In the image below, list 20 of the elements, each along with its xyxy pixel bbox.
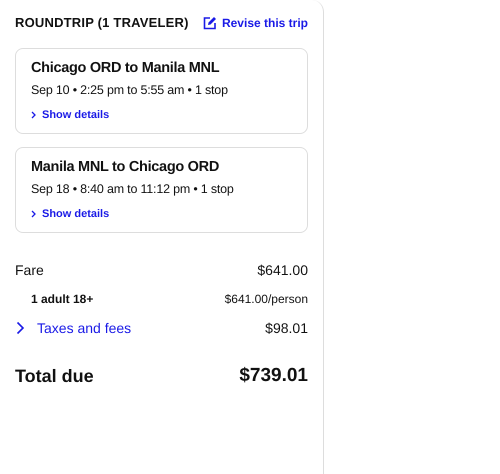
chevron-icon <box>31 111 37 119</box>
total-amount: $739.01 <box>239 365 308 387</box>
show-details-link[interactable]: Show details <box>31 109 292 121</box>
price-label: 1 adult 18+ <box>31 292 94 306</box>
price-amount: $98.01 <box>265 320 308 336</box>
flight-route: Manila MNL to Chicago ORD <box>31 159 220 175</box>
edit-icon <box>202 16 217 30</box>
price-label: Fare <box>15 262 44 278</box>
price-amount: $641.00 <box>257 262 308 278</box>
taxes-fees-toggle[interactable]: Taxes and fees <box>16 320 132 336</box>
show-details-link[interactable]: Show details <box>31 208 292 220</box>
flight-route: Chicago ORD to Manila MNL <box>31 60 220 76</box>
revise-trip-link[interactable]: Revise this trip <box>202 16 308 30</box>
chevron-icon <box>31 210 37 218</box>
flight-schedule: Sep 18 • 8:40 am to 11:12 pm • 1 stop <box>31 182 235 196</box>
chevron-icon <box>16 321 25 335</box>
total-label: Total due <box>15 366 94 386</box>
price-amount: $641.00/person <box>224 292 308 306</box>
flight-schedule: Sep 10 • 2:25 pm to 5:55 am • 1 stop <box>31 83 229 97</box>
trip-title: ROUNDTRIP (1 TRAVELER) <box>15 14 189 30</box>
